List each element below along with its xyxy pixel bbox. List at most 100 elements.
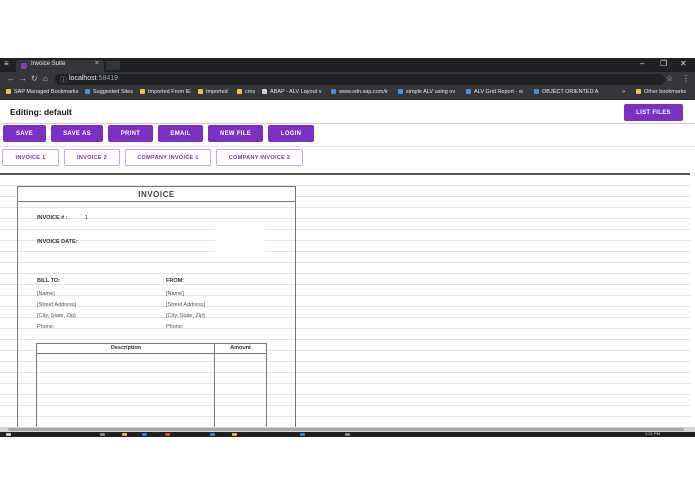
tab-company-invoice-2[interactable]: COMPANY INVOICE 2 (216, 149, 303, 166)
bookmark-label: ALV Grid Report - w (474, 89, 523, 95)
bookmark-item[interactable]: OBJECT ORIENTED A (534, 89, 598, 95)
from-street[interactable]: [Street Address] (166, 302, 205, 308)
folder-icon (636, 89, 641, 94)
tab-invoice-2[interactable]: INVOICE 2 (64, 149, 120, 166)
bill-to-city[interactable]: [City, State, Zip] (37, 313, 76, 319)
url-text: localhost:58419 (69, 75, 118, 82)
tab-invoice-1[interactable]: INVOICE 1 (2, 149, 59, 166)
invoice-number-value[interactable]: 1 (85, 215, 88, 221)
minimize-icon[interactable]: – (640, 59, 644, 68)
bill-to-street[interactable]: [Street Address] (37, 302, 76, 308)
info-icon[interactable]: ⓘ (60, 75, 67, 85)
bookmark-item[interactable]: simple ALV using ov (398, 89, 455, 95)
bookmark-item[interactable]: www.sdn.sap.com/ir (331, 89, 388, 95)
taskbar-app-icon[interactable] (210, 433, 215, 436)
other-bookmarks-label: Other bookmarks (644, 89, 687, 95)
other-bookmarks[interactable]: Other bookmarks (636, 89, 686, 95)
scrollbar-thumb[interactable] (8, 428, 684, 431)
bookmark-label: SAP Managed Bookmarks (14, 89, 79, 95)
from-label: FROM: (166, 278, 185, 284)
line-items-table: Description Amount (36, 343, 267, 439)
taskbar-app-icon[interactable] (345, 433, 350, 436)
new-tab-button[interactable] (106, 61, 120, 70)
browser-toolbar: ← → ↻ ⌂ ⓘ localhost:58419 ☆ ⋮ (0, 72, 695, 87)
page-icon (262, 89, 267, 94)
folder-icon (237, 89, 242, 94)
screen-top-margin (0, 0, 695, 58)
taskbar-app-icon[interactable] (165, 433, 170, 436)
start-icon[interactable] (6, 433, 11, 436)
bookmark-item[interactable]: Imported From IE (140, 89, 191, 95)
line-items-header: Description Amount (37, 344, 266, 354)
bookmark-item[interactable]: SAP Managed Bookmarks (6, 89, 78, 95)
browser-menu-icon[interactable]: ≡ (4, 59, 9, 68)
bill-to-phone[interactable]: Phone: (37, 324, 54, 330)
sap-icon (534, 89, 539, 94)
bookmark-label: simple ALV using ov (406, 89, 456, 95)
bill-to-name[interactable]: [Name] (37, 291, 55, 297)
close-tab-icon[interactable]: × (95, 60, 99, 67)
reload-icon[interactable]: ↻ (31, 74, 38, 83)
favicon-icon (21, 63, 27, 69)
save-as-button[interactable]: SAVE AS (51, 125, 103, 142)
sap-icon (398, 89, 403, 94)
bookmarks-overflow-icon[interactable]: » (622, 89, 625, 95)
system-clock: 1:21 PM (645, 431, 660, 436)
back-icon[interactable]: ← (7, 74, 15, 83)
login-button[interactable]: LOGIN (268, 125, 314, 142)
forward-icon[interactable]: → (19, 74, 27, 83)
sap-icon (466, 89, 471, 94)
bookmark-item[interactable]: Suggested Sites (85, 89, 133, 95)
taskbar-app-icon[interactable] (100, 433, 105, 436)
from-name[interactable]: [Name] (166, 291, 184, 297)
print-button[interactable]: PRINT (108, 125, 153, 142)
browser-more-icon[interactable]: ⋮ (682, 74, 690, 83)
taskbar-app-icon[interactable] (232, 433, 237, 436)
email-button[interactable]: EMAIL (158, 125, 203, 142)
maximize-icon[interactable]: ❐ (660, 59, 667, 68)
from-city[interactable]: [City, State, Zip] (166, 313, 205, 319)
bookmark-item[interactable]: cms (237, 89, 255, 95)
invoice-header: INVOICE (18, 187, 295, 202)
taskbar-app-icon[interactable] (300, 433, 305, 436)
tab-title: Invoice Suite (31, 61, 66, 67)
bookmark-label: Suggested Sites (93, 89, 134, 95)
taskbar-app-icon[interactable] (142, 433, 147, 436)
bookmarks-bar: SAP Managed Bookmarks Suggested Sites Im… (0, 87, 695, 100)
window-close-icon[interactable]: ✕ (680, 59, 687, 68)
invoice-meta-box (215, 221, 265, 261)
taskbar-app-icon[interactable] (122, 433, 127, 436)
save-button[interactable]: SAVE (3, 125, 46, 142)
app-page: Editing: default LIST FILES SAVE SAVE AS… (0, 101, 695, 439)
url-port: :58419 (96, 75, 119, 82)
column-divider (214, 344, 215, 439)
address-bar[interactable]: ⓘ localhost:58419 (55, 74, 665, 85)
bookmark-label: cms (245, 89, 256, 95)
new-file-button[interactable]: NEW FILE (208, 125, 263, 142)
bookmark-item[interactable]: Imported (198, 89, 228, 95)
home-icon[interactable]: ⌂ (43, 74, 48, 83)
bookmark-label: ABAP - ALV Layout v (270, 89, 322, 95)
divider (0, 146, 695, 147)
browser-tab[interactable]: Invoice Suite × (16, 60, 104, 72)
bookmark-label: Imported From IE (148, 89, 191, 95)
url-host: localhost (69, 75, 97, 82)
bookmark-label: OBJECT ORIENTED A (542, 89, 599, 95)
invoice-date-label: INVOICE DATE: (37, 239, 78, 245)
tab-company-invoice-1[interactable]: COMPANY INVOICE 1 (125, 149, 211, 166)
divider (0, 123, 695, 124)
bookmark-label: Imported (206, 89, 228, 95)
folder-icon (198, 89, 203, 94)
bookmark-item[interactable]: ALV Grid Report - w (466, 89, 523, 95)
bookmark-star-icon[interactable]: ☆ (666, 74, 673, 83)
description-column-header: Description (110, 345, 142, 351)
from-phone[interactable]: Phone: (166, 324, 183, 330)
folder-icon (6, 89, 11, 94)
browser-tab-strip: ≡ Invoice Suite × – ❐ ✕ (0, 58, 695, 72)
bookmark-label: www.sdn.sap.com/ir (339, 89, 388, 95)
invoice-number-label: INVOICE # : (37, 215, 68, 221)
ie-icon (85, 89, 90, 94)
bill-to-label: BILL TO: (37, 278, 61, 284)
list-files-button[interactable]: LIST FILES (624, 104, 683, 121)
bookmark-item[interactable]: ABAP - ALV Layout v (262, 89, 321, 95)
